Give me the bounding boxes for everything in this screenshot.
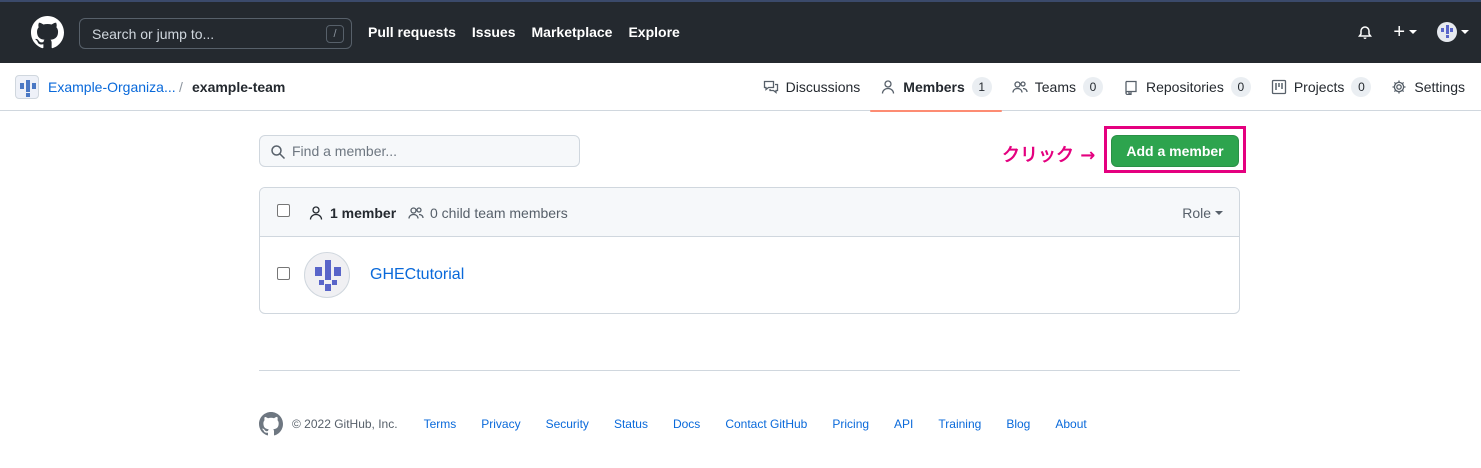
footer-link-about[interactable]: About bbox=[1055, 417, 1086, 431]
footer-link-blog[interactable]: Blog bbox=[1006, 417, 1030, 431]
footer-link-security[interactable]: Security bbox=[546, 417, 589, 431]
tab-counter: 1 bbox=[971, 77, 992, 97]
footer-copyright: © 2022 GitHub, Inc. bbox=[292, 417, 398, 431]
tab-label: Projects bbox=[1293, 79, 1345, 95]
gear-icon bbox=[1392, 80, 1406, 94]
team-header: Example-Organiza... / example-team Discu… bbox=[0, 63, 1481, 112]
tab-teams[interactable]: Teams 0 bbox=[1002, 63, 1113, 111]
person-icon bbox=[309, 206, 323, 220]
tab-counter: 0 bbox=[1351, 77, 1372, 97]
role-filter-dropdown[interactable]: Role bbox=[1182, 205, 1223, 221]
repo-icon bbox=[1125, 80, 1137, 95]
chevron-down-icon bbox=[1409, 30, 1417, 34]
footer-link-status[interactable]: Status bbox=[614, 417, 648, 431]
footer-link-pricing[interactable]: Pricing bbox=[832, 417, 869, 431]
add-member-button[interactable]: Add a member bbox=[1111, 135, 1239, 167]
search-placeholder: Search or jump to... bbox=[92, 25, 215, 42]
project-icon bbox=[1271, 79, 1286, 95]
member-checkbox[interactable] bbox=[277, 267, 290, 280]
global-header: Search or jump to... / Pull requests Iss… bbox=[0, 0, 1481, 63]
search-icon bbox=[271, 145, 286, 160]
person-icon bbox=[882, 80, 895, 94]
members-list: 1 member 0 child team members Role GHECt… bbox=[259, 187, 1240, 314]
avatar bbox=[1437, 22, 1457, 42]
footer-link-api[interactable]: API bbox=[894, 417, 913, 431]
create-new-menu[interactable]: + bbox=[1393, 22, 1417, 42]
footer-links: Terms Privacy Security Status Docs Conta… bbox=[424, 417, 1087, 431]
github-logo-icon[interactable] bbox=[31, 16, 64, 49]
people-icon bbox=[408, 207, 424, 219]
tab-label: Members bbox=[903, 79, 965, 95]
member-name-link[interactable]: GHECtutorial bbox=[370, 266, 464, 284]
child-team-count-label: 0 child team members bbox=[430, 205, 568, 221]
breadcrumb-team: example-team bbox=[192, 79, 286, 95]
tab-counter: 0 bbox=[1083, 77, 1103, 97]
people-icon bbox=[1012, 81, 1028, 93]
tab-label: Discussions bbox=[785, 79, 861, 95]
nav-issues[interactable]: Issues bbox=[472, 24, 516, 40]
footer-link-docs[interactable]: Docs bbox=[673, 417, 700, 431]
footer-link-contact[interactable]: Contact GitHub bbox=[725, 417, 807, 431]
tab-settings[interactable]: Settings bbox=[1381, 63, 1475, 111]
search-shortcut-key: / bbox=[326, 25, 344, 43]
member-count-label: 1 member bbox=[330, 205, 397, 221]
footer: © 2022 GitHub, Inc. Terms Privacy Securi… bbox=[259, 412, 1087, 436]
footer-link-terms[interactable]: Terms bbox=[424, 417, 457, 431]
footer-link-training[interactable]: Training bbox=[938, 417, 981, 431]
chevron-down-icon bbox=[1461, 30, 1469, 34]
plus-icon: + bbox=[1393, 21, 1405, 43]
github-mark-icon[interactable] bbox=[259, 412, 283, 436]
tab-label: Settings bbox=[1414, 79, 1465, 95]
member-row: GHECtutorial bbox=[260, 237, 1239, 313]
find-member-input[interactable] bbox=[292, 143, 562, 159]
breadcrumb-org-link[interactable]: Example-Organiza... bbox=[48, 79, 176, 95]
tab-projects[interactable]: Projects 0 bbox=[1261, 63, 1382, 111]
find-member-field[interactable] bbox=[259, 135, 580, 167]
footer-divider bbox=[259, 370, 1240, 371]
tab-label: Repositories bbox=[1146, 79, 1224, 95]
org-avatar[interactable] bbox=[15, 75, 39, 99]
members-list-header: 1 member 0 child team members Role bbox=[260, 188, 1239, 237]
select-all-checkbox[interactable] bbox=[277, 204, 290, 217]
child-team-count: 0 child team members bbox=[408, 205, 568, 221]
tab-counter: 0 bbox=[1230, 77, 1251, 97]
global-search-input[interactable]: Search or jump to... / bbox=[79, 18, 352, 49]
comment-discussion-icon bbox=[763, 80, 778, 94]
user-menu[interactable] bbox=[1437, 22, 1469, 42]
member-count: 1 member bbox=[308, 205, 396, 221]
header-actions: + bbox=[1357, 22, 1469, 42]
global-nav: Pull requests Issues Marketplace Explore bbox=[368, 24, 680, 40]
click-annotation: クリック → bbox=[1002, 145, 1096, 166]
bell-icon[interactable] bbox=[1357, 24, 1373, 40]
member-avatar[interactable] bbox=[304, 252, 350, 298]
footer-link-privacy[interactable]: Privacy bbox=[481, 417, 520, 431]
nav-pull-requests[interactable]: Pull requests bbox=[368, 24, 456, 40]
team-tabs: Discussions Members 1 Teams 0 Repositori… bbox=[753, 63, 1475, 112]
nav-explore[interactable]: Explore bbox=[628, 24, 679, 40]
chevron-down-icon bbox=[1215, 211, 1223, 215]
tab-repositories[interactable]: Repositories 0 bbox=[1113, 63, 1261, 111]
breadcrumb-separator: / bbox=[179, 79, 183, 95]
role-label: Role bbox=[1182, 205, 1211, 221]
tab-members[interactable]: Members 1 bbox=[870, 63, 1003, 112]
tab-label: Teams bbox=[1034, 79, 1076, 95]
tab-discussions[interactable]: Discussions bbox=[753, 63, 871, 111]
nav-marketplace[interactable]: Marketplace bbox=[532, 24, 613, 40]
